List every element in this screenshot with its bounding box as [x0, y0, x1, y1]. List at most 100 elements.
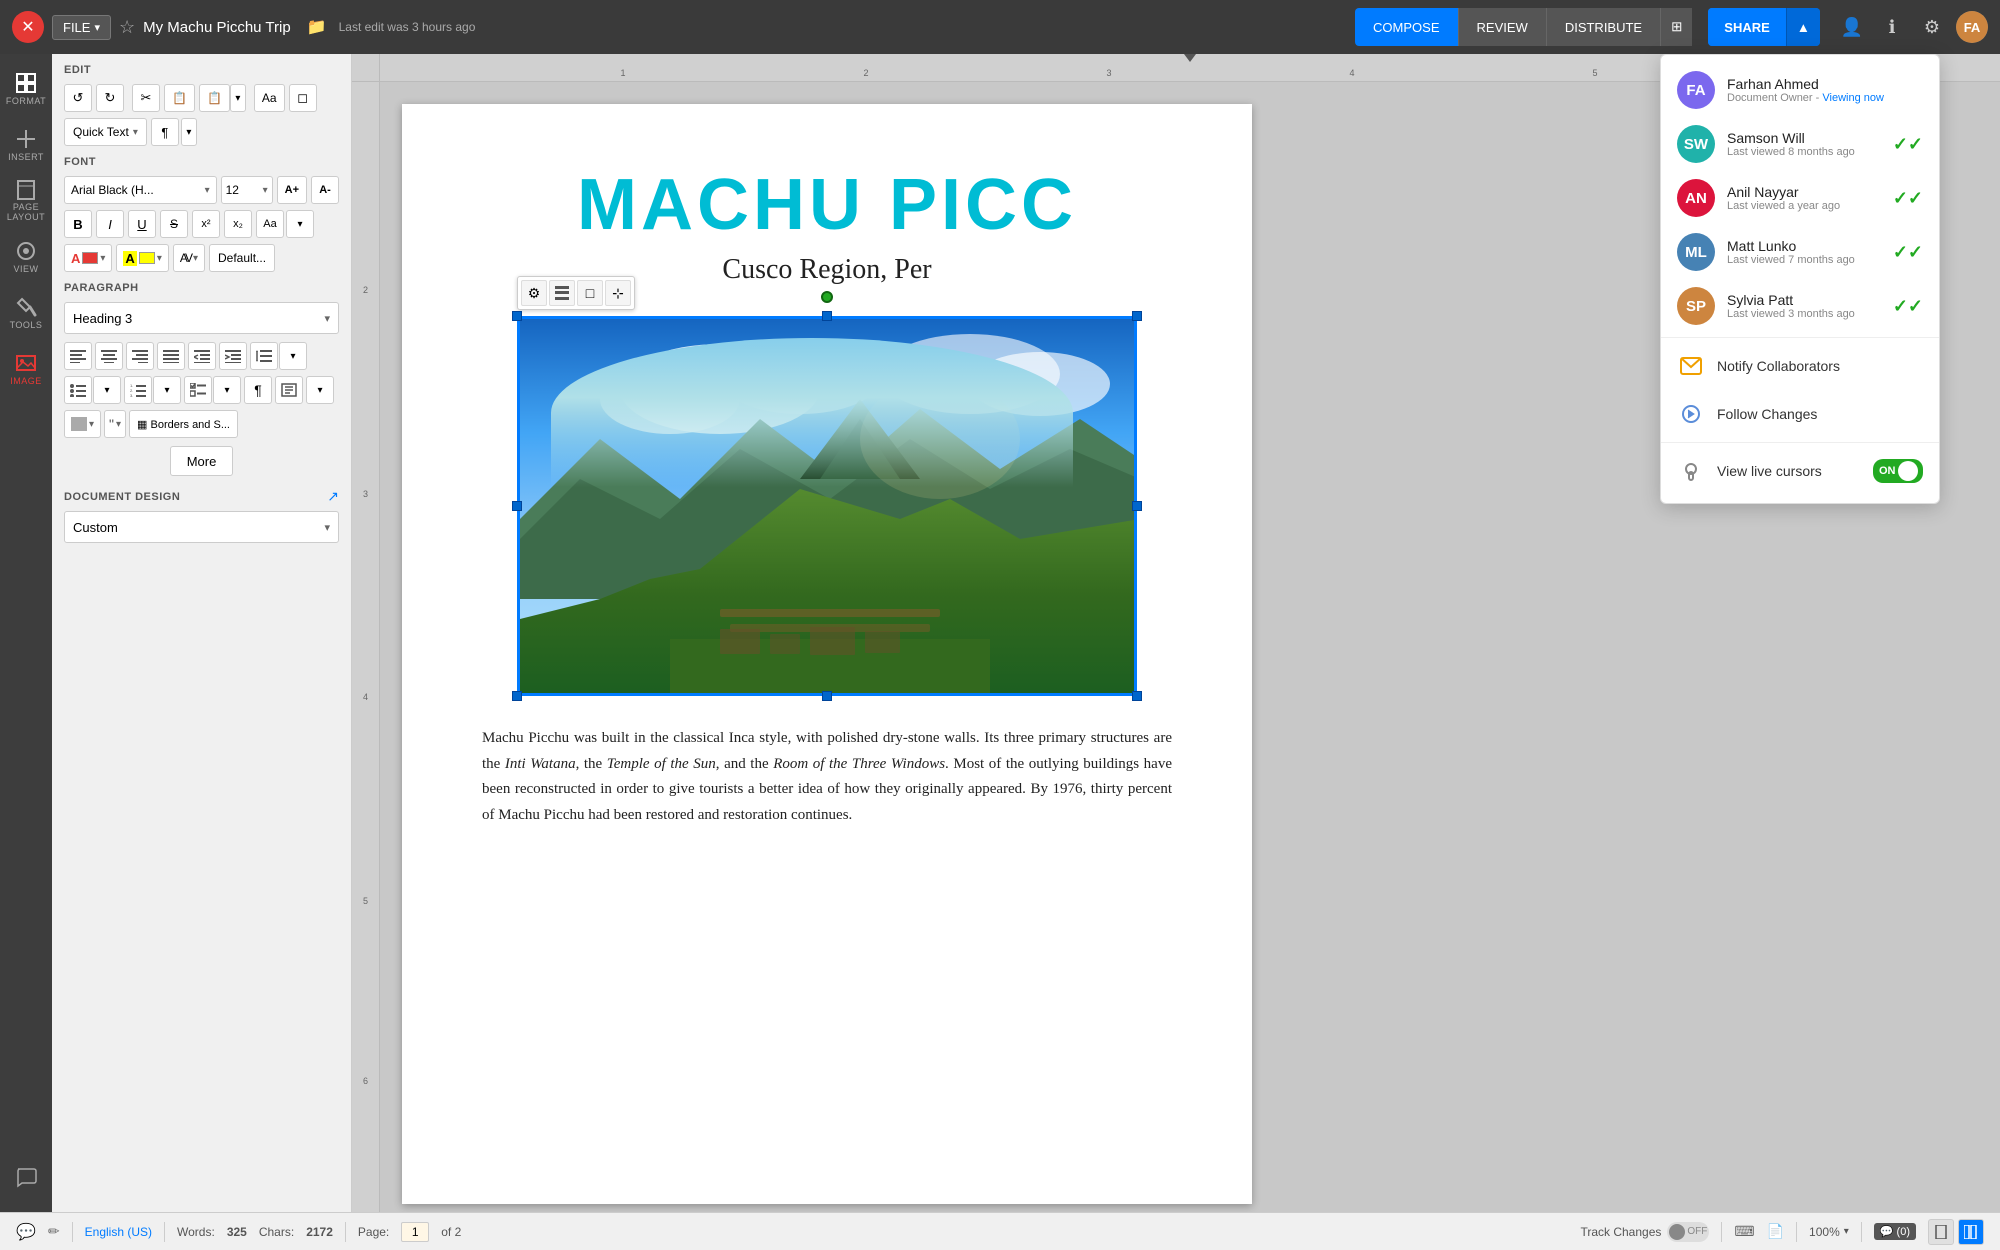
collaborator-item-farhan[interactable]: FA Farhan Ahmed Document Owner - Viewing…: [1661, 63, 1939, 117]
view-mode-button[interactable]: ⊞: [1661, 8, 1692, 46]
checklist-button[interactable]: [184, 376, 212, 404]
collaborator-item-anil[interactable]: AN Anil Nayyar Last viewed a year ago ✓✓: [1661, 171, 1939, 225]
strikethrough-button[interactable]: S: [160, 210, 188, 238]
text-box-button[interactable]: [275, 376, 303, 404]
sidebar-item-page-layout[interactable]: PAGELAYOUT: [4, 174, 48, 228]
case-dropdown-button[interactable]: ▾: [286, 210, 314, 238]
checklist-dropdown-button[interactable]: ▾: [213, 376, 241, 404]
page-count-icon[interactable]: 📄: [1767, 1223, 1784, 1240]
review-button[interactable]: REVIEW: [1459, 8, 1547, 46]
page-number-input[interactable]: [401, 1222, 429, 1242]
indent-decrease-button[interactable]: [188, 342, 216, 370]
align-center-button[interactable]: [95, 342, 123, 370]
collaborator-item-matt[interactable]: ML Matt Lunko Last viewed 7 months ago ✓…: [1661, 225, 1939, 279]
edit-status-icon[interactable]: ✏: [48, 1223, 60, 1240]
design-style-select[interactable]: Custom ▾: [64, 511, 339, 543]
image-rotate-handle[interactable]: [821, 291, 833, 303]
italic-button[interactable]: I: [96, 210, 124, 238]
image-settings-button[interactable]: ⚙: [521, 280, 547, 306]
share-dropdown-button[interactable]: ▲: [1786, 8, 1820, 46]
bullets-dropdown-button[interactable]: ▾: [93, 376, 121, 404]
compose-button[interactable]: COMPOSE: [1355, 8, 1458, 46]
subscript-button[interactable]: x₂: [224, 210, 252, 238]
clear-format-button[interactable]: ◻: [289, 84, 317, 112]
show-marks-button[interactable]: ¶: [244, 376, 272, 404]
resize-handle-br[interactable]: [1132, 691, 1142, 701]
zoom-dropdown[interactable]: ▾: [1844, 1226, 1849, 1237]
styles-button[interactable]: ¶: [151, 118, 179, 146]
resize-handle-tr[interactable]: [1132, 311, 1142, 321]
bullets-button[interactable]: [64, 376, 92, 404]
collaborator-item-samson[interactable]: SW Samson Will Last viewed 8 months ago …: [1661, 117, 1939, 171]
view-multi-page-button[interactable]: [1958, 1219, 1984, 1245]
track-changes-toggle[interactable]: OFF: [1667, 1222, 1709, 1242]
undo-button[interactable]: ↺: [64, 84, 92, 112]
font-spacing-button[interactable]: AV ▾: [173, 244, 205, 272]
sidebar-item-tools[interactable]: TOOLS: [4, 286, 48, 340]
line-spacing-button[interactable]: [250, 342, 278, 370]
distribute-button[interactable]: DISTRIBUTE: [1547, 8, 1661, 46]
font-family-select[interactable]: Arial Black (H... ▾: [64, 176, 217, 204]
sidebar-item-image[interactable]: IMAGE: [4, 342, 48, 396]
styles-dropdown-button[interactable]: ▾: [181, 118, 197, 146]
doc-design-link[interactable]: ↗: [327, 488, 339, 505]
live-cursors-toggle[interactable]: ON: [1873, 459, 1923, 483]
borders-shading-button[interactable]: ▦ Borders and S...: [129, 410, 238, 438]
font-increase-button[interactable]: A+: [277, 176, 307, 204]
sidebar-item-insert[interactable]: INSERT: [4, 118, 48, 172]
quick-text-dropdown[interactable]: Quick Text ▾: [64, 118, 147, 146]
shading-button[interactable]: ▾: [64, 410, 101, 438]
format-painter-button[interactable]: Aa: [254, 84, 285, 112]
user-avatar[interactable]: FA: [1956, 11, 1988, 43]
cut-button[interactable]: ✂: [132, 84, 160, 112]
align-left-button[interactable]: [64, 342, 92, 370]
sidebar-item-chat[interactable]: [4, 1150, 48, 1204]
settings-icon-button[interactable]: ⚙: [1916, 11, 1948, 43]
image-selection-container[interactable]: ⚙ □ ⊹: [517, 316, 1137, 696]
view-single-page-button[interactable]: [1928, 1219, 1954, 1245]
follow-changes-action[interactable]: Follow Changes: [1661, 390, 1939, 438]
font-size-select[interactable]: 12 ▾: [221, 176, 273, 204]
sidebar-item-format[interactable]: FORMAT: [4, 62, 48, 116]
zoom-level[interactable]: 100%: [1809, 1225, 1840, 1239]
resize-handle-bl[interactable]: [512, 691, 522, 701]
image-layout-button[interactable]: [549, 280, 575, 306]
numbered-button[interactable]: 1.2.3.: [124, 376, 152, 404]
underline-button[interactable]: U: [128, 210, 156, 238]
quote-button[interactable]: " ▾: [104, 410, 126, 438]
bold-button[interactable]: B: [64, 210, 92, 238]
language-indicator[interactable]: English (US): [85, 1225, 152, 1239]
indent-increase-button[interactable]: [219, 342, 247, 370]
numbered-dropdown-button[interactable]: ▾: [153, 376, 181, 404]
highlight-color-button[interactable]: A ▾: [116, 244, 168, 272]
text-color-button[interactable]: A ▾: [64, 244, 112, 272]
paste-button[interactable]: 📋: [199, 84, 230, 112]
share-button[interactable]: SHARE: [1708, 8, 1786, 46]
resize-handle-tc[interactable]: [822, 311, 832, 321]
image-inline-button[interactable]: □: [577, 280, 603, 306]
resize-handle-lc[interactable]: [512, 501, 522, 511]
close-button[interactable]: ✕: [12, 11, 44, 43]
default-button[interactable]: Default...: [209, 244, 275, 272]
resize-handle-tl[interactable]: [512, 311, 522, 321]
comments-badge[interactable]: 💬 (0): [1874, 1223, 1916, 1240]
font-decrease-button[interactable]: A-: [311, 176, 339, 204]
image-crop-button[interactable]: ⊹: [605, 280, 631, 306]
file-menu-button[interactable]: FILE ▾: [52, 15, 111, 40]
redo-button[interactable]: ↻: [96, 84, 124, 112]
paste-dropdown-button[interactable]: ▾: [230, 84, 246, 112]
more-button[interactable]: More: [170, 446, 234, 476]
resize-handle-rc[interactable]: [1132, 501, 1142, 511]
collaborator-item-sylvia[interactable]: SP Sylvia Patt Last viewed 3 months ago …: [1661, 279, 1939, 333]
align-justify-button[interactable]: [157, 342, 185, 370]
chat-status-icon[interactable]: 💬: [16, 1222, 36, 1242]
paragraph-style-select[interactable]: Heading 3 ▾: [64, 302, 339, 334]
copy-button[interactable]: 📋: [164, 84, 195, 112]
info-icon-button[interactable]: ℹ: [1876, 11, 1908, 43]
notify-collaborators-action[interactable]: Notify Collaborators: [1661, 342, 1939, 390]
line-spacing-dropdown-button[interactable]: ▾: [279, 342, 307, 370]
align-right-button[interactable]: [126, 342, 154, 370]
keyboard-icon[interactable]: ⌨: [1734, 1223, 1754, 1240]
favorite-button[interactable]: ☆: [119, 17, 135, 38]
user-icon-button[interactable]: 👤: [1836, 11, 1868, 43]
